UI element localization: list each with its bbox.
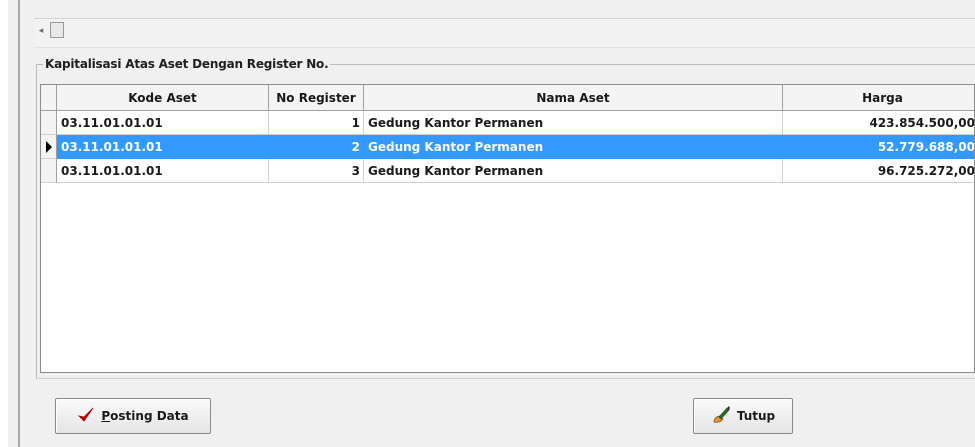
- table-row[interactable]: 03.11.01.01.01 1 Gedung Kantor Permanen …: [41, 111, 974, 135]
- scroll-left-arrow-icon[interactable]: ◂: [36, 24, 46, 38]
- cell-nama-aset[interactable]: Gedung Kantor Permanen: [364, 111, 783, 135]
- group-title: Kapitalisasi Atas Aset Dengan Register N…: [43, 57, 331, 71]
- cell-no-register[interactable]: 3: [269, 159, 364, 183]
- posting-data-label: Posting Data: [101, 409, 189, 423]
- column-header-nama-aset[interactable]: Nama Aset: [364, 85, 783, 111]
- cell-kode-aset[interactable]: 03.11.01.01.01: [57, 159, 269, 183]
- row-indicator[interactable]: [41, 159, 57, 183]
- tutup-label: Tutup: [736, 409, 776, 423]
- cell-kode-aset[interactable]: 03.11.01.01.01: [57, 135, 269, 159]
- column-header-harga[interactable]: Harga: [783, 85, 974, 111]
- cell-nama-aset[interactable]: Gedung Kantor Permanen: [364, 159, 783, 183]
- button-bar-divider: [36, 378, 975, 379]
- table-row[interactable]: 03.11.01.01.01 3 Gedung Kantor Permanen …: [41, 159, 974, 183]
- row-indicator[interactable]: [41, 135, 57, 159]
- column-header-no-register[interactable]: No Register: [269, 85, 364, 111]
- cell-no-register[interactable]: 2: [269, 135, 364, 159]
- window-left-border: [18, 0, 20, 447]
- posting-data-button[interactable]: Posting Data: [55, 398, 211, 434]
- table-row-selected[interactable]: 03.11.01.01.01 2 Gedung Kantor Permanen …: [41, 135, 974, 159]
- current-row-arrow-icon: [45, 140, 52, 153]
- top-scroll-area: [34, 18, 975, 48]
- row-indicator-header: [41, 85, 57, 111]
- row-indicator[interactable]: [41, 111, 57, 135]
- cell-nama-aset[interactable]: Gedung Kantor Permanen: [364, 135, 783, 159]
- asset-grid[interactable]: Kode Aset No Register Nama Aset Harga 03…: [40, 84, 975, 373]
- hand-pen-icon: [711, 405, 731, 428]
- checkmark-icon: [77, 406, 95, 427]
- column-header-kode-aset[interactable]: Kode Aset: [57, 85, 269, 111]
- cell-harga[interactable]: 52.779.688,00: [783, 135, 974, 159]
- cell-harga[interactable]: 423.854.500,00: [783, 111, 974, 135]
- tutup-button[interactable]: Tutup: [693, 398, 793, 434]
- cell-kode-aset[interactable]: 03.11.01.01.01: [57, 111, 269, 135]
- scroll-thumb[interactable]: [50, 22, 64, 38]
- cell-harga[interactable]: 96.725.272,00: [783, 159, 974, 183]
- cell-no-register[interactable]: 1: [269, 111, 364, 135]
